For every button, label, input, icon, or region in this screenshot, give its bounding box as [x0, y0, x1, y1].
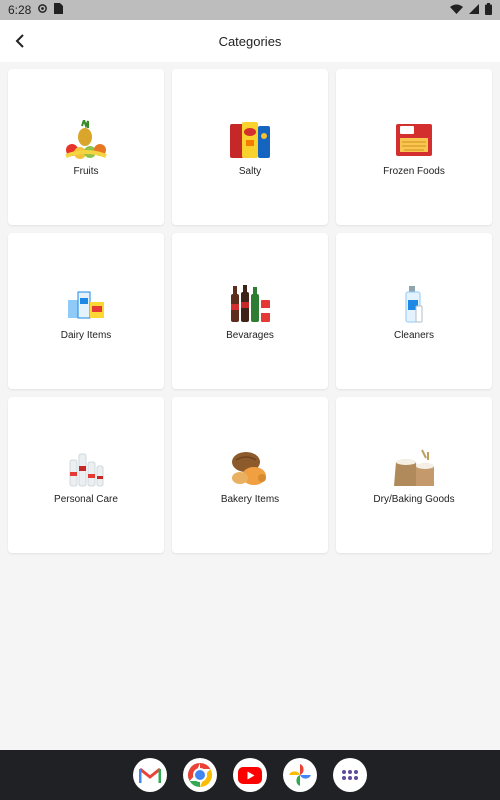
- battery-icon: [485, 2, 492, 18]
- category-label: Dry/Baking Goods: [373, 493, 455, 505]
- page-title: Categories: [218, 33, 282, 49]
- app-bar: Categories: [0, 20, 500, 62]
- sim-card-icon: [54, 3, 64, 17]
- bevarages-image: [228, 282, 272, 326]
- cleaners-image: [392, 282, 436, 326]
- gmail-icon[interactable]: [133, 758, 167, 792]
- status-bar: 6:28: [0, 0, 500, 20]
- photos-icon[interactable]: [283, 758, 317, 792]
- category-label: Dairy Items: [60, 329, 112, 341]
- salty-image: [228, 118, 272, 162]
- category-label: Salty: [238, 165, 262, 177]
- frozen-foods-image: [392, 118, 436, 162]
- signal-icon: [469, 3, 479, 17]
- status-right: [450, 2, 492, 18]
- personal-care-image: [64, 446, 108, 490]
- category-content: Fruits Salty Frozen Foods Dairy Items Be…: [0, 62, 500, 750]
- category-grid: Fruits Salty Frozen Foods Dairy Items Be…: [8, 69, 492, 553]
- fruits-image: [64, 118, 108, 162]
- category-label: Bakery Items: [220, 493, 280, 505]
- settings-icon: [37, 3, 48, 17]
- dock-bar: [0, 750, 500, 800]
- category-card-dry-baking-goods[interactable]: Dry/Baking Goods: [336, 397, 492, 553]
- category-card-personal-care[interactable]: Personal Care: [8, 397, 164, 553]
- wifi-icon: [450, 3, 463, 17]
- category-label: Frozen Foods: [383, 165, 445, 177]
- category-card-fruits[interactable]: Fruits: [8, 69, 164, 225]
- bakery-items-image: [228, 446, 272, 490]
- app-drawer-icon[interactable]: [333, 758, 367, 792]
- category-card-frozen-foods[interactable]: Frozen Foods: [336, 69, 492, 225]
- category-card-salty[interactable]: Salty: [172, 69, 328, 225]
- dairy-items-image: [64, 282, 108, 326]
- back-button[interactable]: [8, 29, 32, 53]
- status-time: 6:28: [8, 3, 32, 17]
- youtube-icon[interactable]: [233, 758, 267, 792]
- category-label: Cleaners: [393, 329, 435, 341]
- category-card-cleaners[interactable]: Cleaners: [336, 233, 492, 389]
- status-left: 6:28: [8, 3, 64, 17]
- back-arrow-icon: [15, 34, 24, 48]
- category-label: Personal Care: [54, 493, 118, 505]
- category-card-dairy-items[interactable]: Dairy Items: [8, 233, 164, 389]
- category-card-bakery-items[interactable]: Bakery Items: [172, 397, 328, 553]
- category-label: Fruits: [73, 165, 99, 177]
- category-label: Bevarages: [226, 329, 274, 341]
- dry-baking-goods-image: [392, 446, 436, 490]
- category-card-bevarages[interactable]: Bevarages: [172, 233, 328, 389]
- chrome-icon[interactable]: [183, 758, 217, 792]
